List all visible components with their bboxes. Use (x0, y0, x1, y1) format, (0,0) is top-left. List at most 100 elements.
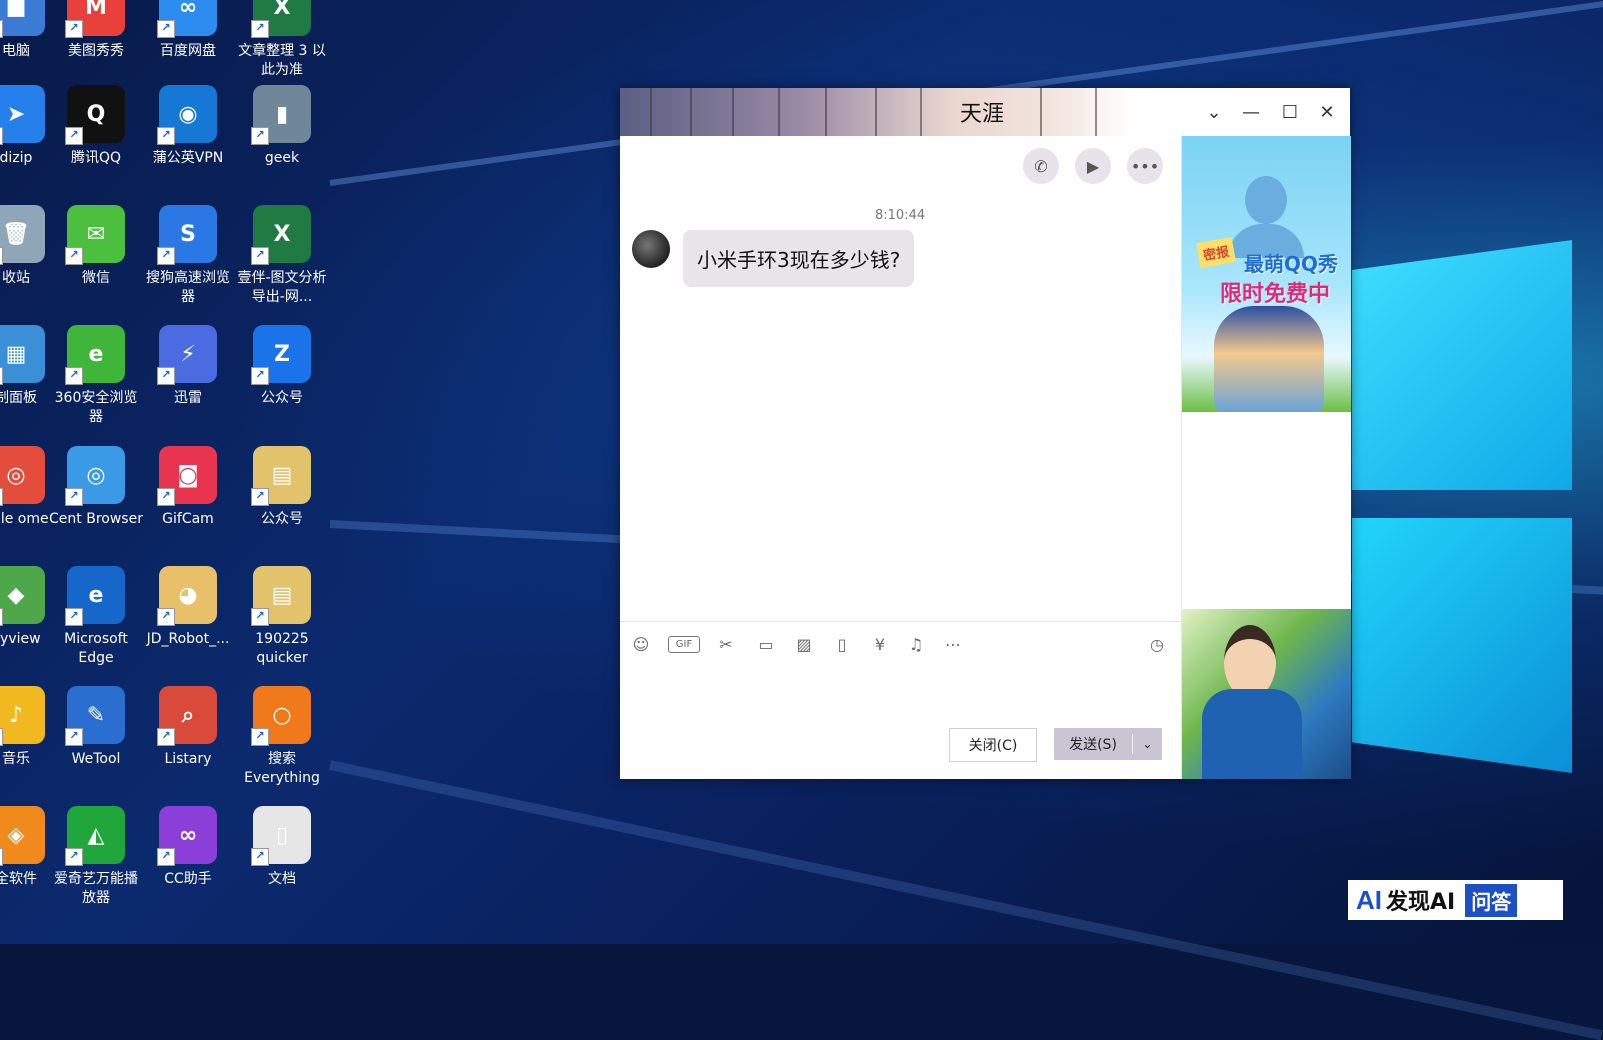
desktop-icon[interactable]: ⚡ ↗ 迅雷 (142, 325, 234, 437)
desktop-icon-label: WeTool (71, 751, 121, 767)
app-icon: M ↗ (65, 0, 125, 38)
music-icon[interactable]: ♫ (904, 632, 928, 656)
chevron-down-icon[interactable]: ⌄ (1133, 737, 1162, 751)
app-icon: ♪↗ (0, 686, 45, 746)
chat-title: 天涯 (960, 102, 1005, 127)
message-input[interactable]: 关闭(C) 发送(S) ⌄ (620, 665, 1180, 779)
titlebar-decoration (778, 88, 780, 136)
desktop-icon[interactable]: ▤ ↗ 190225 quicker (236, 566, 328, 678)
desktop-icon[interactable]: ▤ ↗ 公众号 (236, 446, 328, 558)
shortcut-arrow-icon: ↗ (0, 20, 3, 38)
shake-icon[interactable]: ▯ (830, 632, 854, 656)
image-icon[interactable]: ▨ (792, 632, 816, 656)
qq-show-character[interactable] (1182, 609, 1351, 779)
qq-show-ad[interactable]: 密报 最萌QQ秀 限时免费中 (1182, 136, 1351, 412)
app-icon: ◈↗ (0, 806, 45, 866)
shortcut-arrow-icon: ↗ (0, 367, 3, 385)
shortcut-arrow-icon: ↗ (0, 247, 3, 265)
history-clock-icon[interactable]: ◷ (1145, 632, 1169, 656)
send-button[interactable]: 发送(S) ⌄ (1054, 728, 1162, 760)
app-icon: ◭ ↗ (65, 806, 125, 866)
scissors-icon[interactable]: ✂ (714, 632, 738, 656)
desktop-icon-label: 壹伴-图文分析导出-网... (237, 270, 327, 305)
ad-character-art (1214, 306, 1324, 412)
maximize-icon[interactable]: ☐ (1276, 98, 1304, 126)
desktop-icon[interactable]: ◉ ↗ 蒲公英VPN (142, 85, 234, 197)
folder-icon[interactable]: ▭ (754, 632, 778, 656)
desktop-icon-label: 微信 (82, 270, 110, 286)
app-icon: ◉ ↗ (157, 85, 217, 145)
app-icon: ➤↗ (0, 85, 45, 145)
desktop-icon[interactable]: X ↗ 壹伴-图文分析导出-网... (236, 205, 328, 317)
close-icon[interactable]: ✕ (1313, 98, 1341, 126)
input-toolbar: ☺ GIF ✂ ▭ ▨ ▯ ¥ ♫ ⋯ ◷ (620, 621, 1180, 666)
desktop-icon[interactable]: ◕ ↗ JD_Robot_... (142, 566, 234, 678)
desktop-icon[interactable]: ⌕ ↗ Listary (142, 686, 234, 798)
titlebar-decoration (650, 88, 652, 136)
desktop-icon-label: 搜索 Everything (244, 751, 320, 786)
ad-tag: 密报 (1196, 237, 1236, 268)
desktop-icon-label: 美图秀秀 (68, 43, 124, 59)
chevron-down-icon[interactable]: ⌄ (1200, 98, 1228, 126)
desktop-icon-label: 190225 quicker (255, 631, 309, 666)
desktop-icon[interactable]: ▮ ↗ geek (236, 85, 328, 197)
send-button-label[interactable]: 发送(S) (1054, 734, 1132, 754)
desktop-icon[interactable]: Z ↗ 公众号 (236, 325, 328, 437)
desktop-icon[interactable]: ◎ ↗ Cent Browser (49, 446, 143, 558)
ad-headline: 最萌QQ秀 (1244, 252, 1339, 276)
shortcut-arrow-icon: ↗ (251, 20, 269, 38)
desktop-icon[interactable]: ◙ ↗ GifCam (142, 446, 234, 558)
shortcut-arrow-icon: ↗ (65, 127, 83, 145)
titlebar-decoration (690, 88, 692, 136)
ad-subheadline: 限时免费中 (1220, 282, 1331, 307)
video-camera-icon[interactable]: ▶ (1075, 148, 1111, 184)
desktop-icon-label: 搜狗高速浏览器 (146, 270, 230, 305)
wallpaper-window-pane (1352, 240, 1572, 490)
app-icon: S ↗ (157, 205, 217, 265)
desktop-icon[interactable]: e ↗ Microsoft Edge (50, 566, 142, 678)
desktop-icon[interactable]: X ↗ 文章整理 3 以此为准 (236, 0, 328, 90)
shortcut-arrow-icon: ↗ (65, 488, 83, 506)
desktop-icon[interactable]: ▯ ↗ 文档 (236, 806, 328, 918)
desktop-icon[interactable]: Q ↗ 腾讯QQ (50, 85, 142, 197)
app-icon: ⌕ ↗ (157, 686, 217, 746)
message-timestamp: 8:10:44 (875, 208, 926, 223)
desktop-icon[interactable]: e ↗ 360安全浏览器 (50, 325, 142, 437)
shortcut-arrow-icon: ↗ (251, 728, 269, 746)
red-packet-icon[interactable]: ¥ (868, 632, 892, 656)
titlebar-decoration (875, 88, 877, 136)
more-options-icon[interactable]: ••• (1127, 148, 1163, 184)
desktop-icon-label: CC助手 (164, 871, 212, 887)
shortcut-arrow-icon: ↗ (65, 20, 83, 38)
avatar[interactable] (632, 230, 670, 268)
desktop-icon[interactable]: S ↗ 搜狗高速浏览器 (142, 205, 234, 317)
desktop-icon[interactable]: ✎ ↗ WeTool (50, 686, 142, 798)
phone-icon[interactable]: ✆ (1023, 148, 1059, 184)
close-button[interactable]: 关闭(C) (949, 728, 1037, 762)
app-icon: ∞ ↗ (157, 806, 217, 866)
desktop-icon[interactable]: ○ ↗ 搜索 Everything (236, 686, 328, 798)
app-icon: Q ↗ (65, 85, 125, 145)
shortcut-arrow-icon: ↗ (157, 367, 175, 385)
shortcut-arrow-icon: ↗ (251, 367, 269, 385)
shortcut-arrow-icon: ↗ (65, 608, 83, 626)
gif-icon[interactable]: GIF (668, 636, 700, 653)
minimize-icon[interactable]: — (1237, 98, 1265, 126)
watermark: AI 发现AI 问答 (1348, 880, 1563, 920)
emoji-icon[interactable]: ☺ (629, 632, 653, 656)
app-icon: ✉ ↗ (65, 205, 125, 265)
desktop-icon[interactable]: ✉ ↗ 微信 (50, 205, 142, 317)
desktop-icon-label: 公众号 (261, 390, 303, 406)
desktop-icon[interactable]: ∞ ↗ CC助手 (142, 806, 234, 918)
more-icon[interactable]: ⋯ (941, 632, 965, 656)
shortcut-arrow-icon: ↗ (251, 247, 269, 265)
desktop-icon[interactable]: ◭ ↗ 爱奇艺万能播放器 (50, 806, 142, 918)
app-icon: ∞ ↗ (157, 0, 217, 38)
shortcut-arrow-icon: ↗ (157, 728, 175, 746)
message-history[interactable]: ✆ ▶ ••• 8:10:44 小米手环3现在多少钱? (620, 136, 1180, 621)
desktop-icon[interactable]: ∞ ↗ 百度网盘 (142, 0, 234, 90)
chat-titlebar[interactable]: 天涯 ⌄ — ☐ ✕ (620, 88, 1350, 136)
chat-window[interactable]: 天涯 ⌄ — ☐ ✕ ✆ ▶ ••• 8:10:44 小米手环3现在多少钱? ☺… (620, 88, 1351, 779)
desktop-icon[interactable]: M ↗ 美图秀秀 (50, 0, 142, 90)
app-icon: 🗑↗ (0, 205, 45, 265)
